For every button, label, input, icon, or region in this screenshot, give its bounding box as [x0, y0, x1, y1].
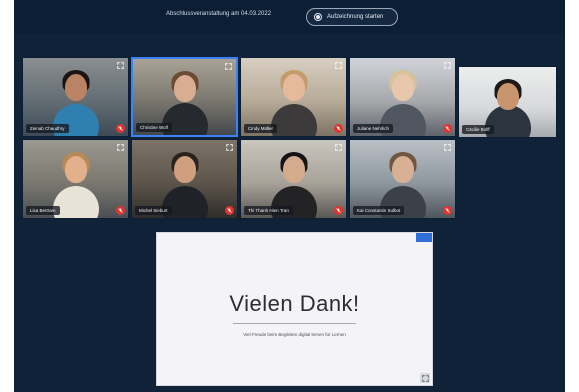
- expand-icon[interactable]: [224, 62, 233, 71]
- expand-icon[interactable]: [443, 143, 452, 152]
- slide-subtitle: Viel Freude beim Begleiten digital lerne…: [243, 332, 346, 337]
- participant-tile[interactable]: Michel Sieburt: [131, 139, 238, 219]
- top-bar: Abschlussveranstaltung am 04.03.2022 Auf…: [14, 0, 565, 34]
- mic-off-icon: [334, 124, 343, 133]
- participant-tile[interactable]: Thi Thanh Hien Tran: [240, 139, 347, 219]
- presentation-menu-button[interactable]: [416, 233, 432, 242]
- expand-icon[interactable]: [334, 143, 343, 152]
- participant-name: Zeinab Chaudhry: [26, 124, 69, 133]
- video-conference-window: Abschlussveranstaltung am 04.03.2022 Auf…: [14, 0, 565, 392]
- participant-name: Lisa Bertram: [26, 206, 60, 215]
- participant-tile[interactable]: Cäcilie Bolff: [458, 66, 557, 138]
- participant-tile-active-speaker[interactable]: Christine Wolf: [131, 57, 238, 137]
- participant-name: Juliane Nehrlich: [353, 124, 394, 133]
- expand-icon[interactable]: [116, 61, 125, 70]
- participant-name: Michel Sieburt: [135, 206, 172, 215]
- mic-off-icon: [116, 206, 125, 215]
- expand-icon[interactable]: [225, 143, 234, 152]
- participant-name: Christine Wolf: [136, 123, 172, 132]
- participant-name: Kai Constantin Sulbot: [353, 206, 405, 215]
- record-button-label: Aufzeichnung starten: [327, 14, 384, 20]
- expand-icon[interactable]: [443, 61, 452, 70]
- participant-name: Cindy Müller: [244, 124, 278, 133]
- mic-off-icon: [443, 206, 452, 215]
- participant-name: Cäcilie Bolff: [462, 125, 494, 134]
- participant-name: Thi Thanh Hien Tran: [244, 206, 293, 215]
- participant-tile[interactable]: Zeinab Chaudhry: [22, 57, 129, 137]
- shared-presentation: Vielen Dank! Viel Freude beim Begleiten …: [156, 232, 433, 386]
- participant-tile[interactable]: Lisa Bertram: [22, 139, 129, 219]
- start-recording-button[interactable]: Aufzeichnung starten: [306, 8, 398, 26]
- mic-off-icon: [334, 206, 343, 215]
- fullscreen-icon[interactable]: [420, 373, 430, 383]
- mic-off-icon: [225, 206, 234, 215]
- participant-tile[interactable]: Kai Constantin Sulbot: [349, 139, 456, 219]
- mic-off-icon: [116, 124, 125, 133]
- meeting-title: Abschlussveranstaltung am 04.03.2022: [166, 11, 272, 17]
- slide-title: Vielen Dank!: [229, 291, 360, 316]
- participant-tile[interactable]: Juliane Nehrlich: [349, 57, 456, 137]
- slide-divider: [233, 323, 356, 324]
- expand-icon[interactable]: [334, 61, 343, 70]
- mic-off-icon: [443, 124, 452, 133]
- record-icon: [314, 13, 322, 21]
- expand-icon[interactable]: [116, 143, 125, 152]
- participant-tile[interactable]: Cindy Müller: [240, 57, 347, 137]
